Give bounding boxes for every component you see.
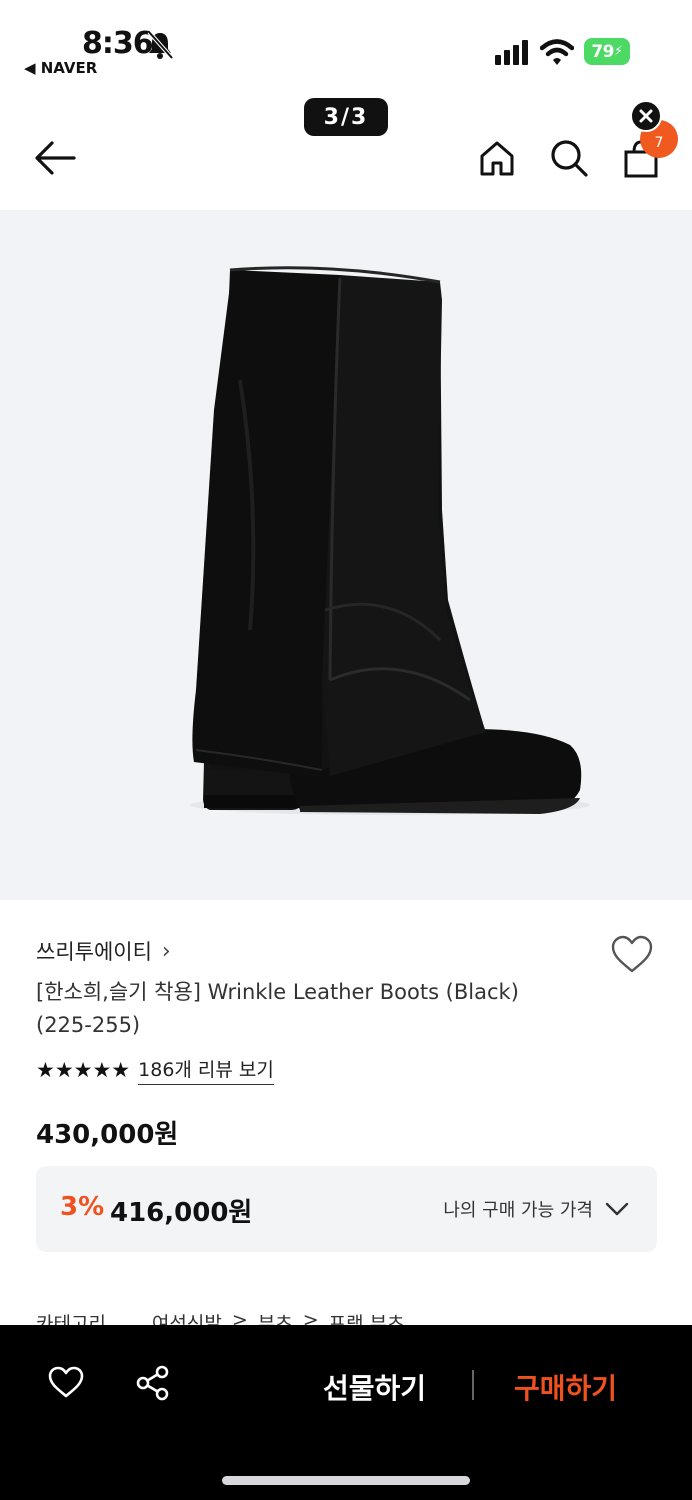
image-page-counter: 3/3	[304, 98, 388, 136]
review-link[interactable]: 186개 리뷰 보기	[138, 1055, 274, 1085]
heart-icon[interactable]	[47, 1365, 85, 1399]
bell-muted-icon	[147, 30, 174, 60]
discount-rate: 3%	[60, 1192, 105, 1222]
back-to-app-link[interactable]: ◀ NAVER	[24, 59, 97, 77]
product-title: [한소희,슬기 착용] Wrinkle Leather Boots (Black…	[36, 980, 519, 1037]
button-divider	[472, 1370, 474, 1400]
chevron-down-icon	[605, 1202, 629, 1216]
brand-link[interactable]: 쓰리투에이티 ›	[36, 936, 171, 966]
home-icon[interactable]	[478, 139, 516, 177]
chevron-right-icon: ›	[161, 938, 171, 964]
search-icon[interactable]	[549, 138, 589, 178]
star-icons: ★★★★★	[36, 1058, 131, 1082]
status-bar: 8:36 ◀ NAVER 79 ⚡	[0, 0, 692, 95]
status-time: 8:36	[82, 26, 154, 61]
brand-name: 쓰리투에이티	[36, 940, 152, 964]
boot-illustration	[190, 266, 590, 815]
rating-stars: ★★★★★	[36, 1057, 130, 1083]
discount-price: 416,000원	[110, 1198, 253, 1228]
product-image[interactable]	[0, 210, 692, 900]
close-icon[interactable]	[630, 100, 662, 132]
discount-box[interactable]: 3% 416,000원 나의 구매 가능 가격	[36, 1166, 657, 1252]
rating-row: ★★★★★ 186개 리뷰 보기	[36, 1055, 274, 1085]
heart-icon[interactable]	[610, 934, 654, 974]
bottom-action-bar: 선물하기 구매하기	[0, 1325, 692, 1500]
gift-button[interactable]: 선물하기	[323, 1367, 426, 1407]
battery-indicator: 79 ⚡	[584, 38, 630, 65]
signal-icon	[495, 40, 528, 65]
my-price-label: 나의 구매 가능 가격	[443, 1200, 593, 1221]
buy-button[interactable]: 구매하기	[514, 1367, 617, 1407]
battery-level: 79	[591, 41, 615, 62]
my-price-toggle[interactable]: 나의 구매 가능 가격	[443, 1196, 629, 1222]
wifi-icon	[540, 39, 574, 65]
back-arrow-icon[interactable]	[34, 139, 76, 177]
top-navigation: 3/3 7	[0, 95, 692, 210]
share-icon[interactable]	[135, 1365, 171, 1401]
home-indicator[interactable]	[222, 1476, 470, 1485]
close-x-glyph	[639, 109, 653, 123]
original-price: 430,000원	[36, 1120, 179, 1150]
